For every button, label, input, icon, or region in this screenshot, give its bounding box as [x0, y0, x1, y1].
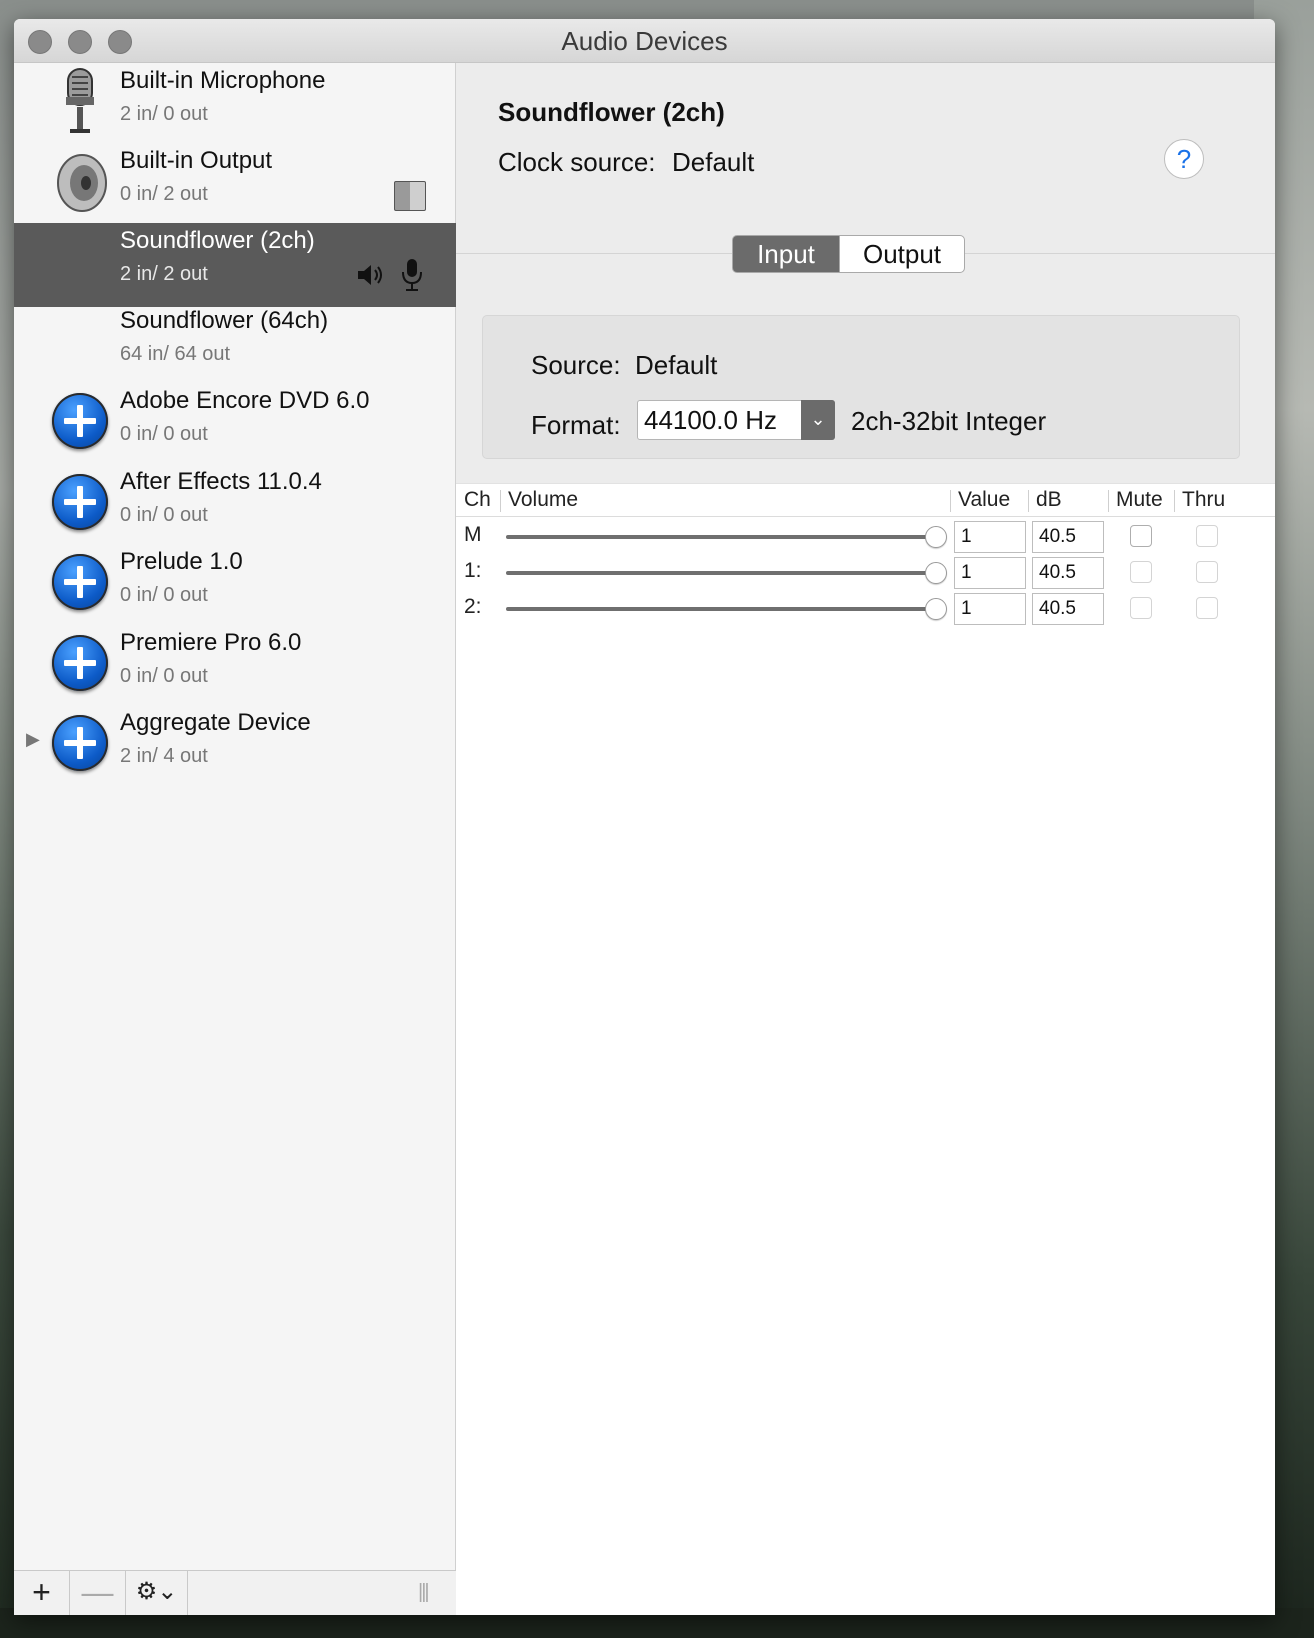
mute-checkbox[interactable] — [1130, 597, 1152, 619]
device-name: Prelude 1.0 — [120, 548, 243, 575]
col-header-ch: Ch — [464, 488, 491, 511]
volume-slider[interactable] — [506, 535, 936, 539]
device-item-soundflower-64ch[interactable]: Soundflower (64ch) 64 in/ 64 out — [14, 303, 456, 387]
db-field[interactable]: 40.5 — [1032, 593, 1104, 625]
value-field[interactable]: 1 — [954, 557, 1026, 589]
clock-source-value[interactable]: Default — [672, 147, 754, 178]
device-io: 2 in/ 4 out — [120, 745, 208, 767]
value-field[interactable]: 1 — [954, 521, 1026, 553]
col-header-db: dB — [1036, 488, 1062, 511]
default-output-speaker-icon — [358, 265, 382, 285]
plus-circle-icon — [52, 635, 108, 691]
col-header-volume: Volume — [508, 488, 579, 511]
device-io: 0 in/ 0 out — [120, 504, 208, 526]
column-divider — [1028, 490, 1029, 512]
clock-source-label: Clock source: — [498, 147, 656, 177]
device-item-soundflower-2ch[interactable]: Soundflower (2ch) 2 in/ 2 out — [14, 223, 456, 307]
thru-checkbox[interactable] — [1196, 525, 1218, 547]
gear-menu-button[interactable]: ⚙⌄ — [126, 1571, 188, 1615]
format-select-value: 44100.0 Hz — [644, 405, 777, 435]
column-divider — [1174, 490, 1175, 512]
channel-label: 2: — [464, 595, 482, 618]
device-name: Aggregate Device — [120, 709, 311, 736]
value-field[interactable]: 1 — [954, 593, 1026, 625]
thru-checkbox[interactable] — [1196, 561, 1218, 583]
remove-device-button[interactable]: — — [70, 1571, 126, 1615]
column-divider — [1108, 490, 1109, 512]
device-name: After Effects 11.0.4 — [120, 468, 322, 495]
thru-checkbox[interactable] — [1196, 597, 1218, 619]
finder-icon — [394, 181, 426, 211]
device-name: Soundflower (64ch) — [120, 307, 329, 334]
sidebar-toolbar: + — ⚙⌄ ||| — [14, 1570, 456, 1615]
volume-slider[interactable] — [506, 571, 936, 575]
channel-label: M — [464, 523, 482, 546]
column-divider — [500, 490, 501, 512]
col-header-thru: Thru — [1182, 488, 1226, 511]
format-bit-depth[interactable]: 2ch-32bit Integer — [851, 406, 1046, 437]
mute-checkbox[interactable] — [1130, 561, 1152, 583]
tab-output[interactable]: Output — [839, 235, 965, 273]
db-field[interactable]: 40.5 — [1032, 557, 1104, 589]
speaker-icon — [57, 154, 107, 212]
format-select[interactable]: 44100.0 Hz ⌄ — [637, 400, 835, 440]
volume-slider-knob[interactable] — [925, 598, 947, 620]
device-item-adobe-encore[interactable]: Adobe Encore DVD 6.0 0 in/ 0 out — [14, 383, 456, 467]
title-bar[interactable]: Audio Devices — [14, 19, 1275, 63]
device-item-built-in-microphone[interactable]: Built-in Microphone 2 in/ 0 out — [14, 63, 456, 147]
device-io: 2 in/ 0 out — [120, 103, 208, 125]
tab-input[interactable]: Input — [732, 235, 840, 273]
channel-label: 1: — [464, 559, 482, 582]
device-name: Built-in Output — [120, 147, 273, 174]
device-io: 2 in/ 2 out — [120, 263, 208, 285]
col-header-mute: Mute — [1116, 488, 1163, 511]
audio-devices-window: Audio Devices Built-in Microphone 2 in/ … — [14, 19, 1275, 1615]
volume-slider-knob[interactable] — [925, 562, 947, 584]
channel-row: 1: 1 40.5 — [456, 555, 1275, 591]
device-name: Premiere Pro 6.0 — [120, 629, 302, 656]
source-label: Source: — [531, 350, 621, 380]
column-divider — [950, 490, 951, 512]
channel-table-header: Ch Volume Value dB Mute Thru — [456, 483, 1275, 517]
plus-circle-icon — [52, 554, 108, 610]
stream-settings-box: Source: Default Format: 44100.0 Hz ⌄ 2ch… — [482, 315, 1240, 459]
default-input-microphone-icon — [402, 259, 422, 291]
device-io: 0 in/ 0 out — [120, 423, 208, 445]
chevron-down-icon: ⌄ — [801, 400, 835, 440]
device-io: 0 in/ 0 out — [120, 584, 208, 606]
device-title: Soundflower (2ch) — [498, 97, 725, 127]
mute-checkbox[interactable] — [1130, 525, 1152, 547]
device-detail-pane: Soundflower (2ch) Clock source: Default … — [456, 63, 1275, 1615]
db-field[interactable]: 40.5 — [1032, 521, 1104, 553]
volume-slider-knob[interactable] — [925, 526, 947, 548]
plus-circle-icon — [52, 393, 108, 449]
device-name: Adobe Encore DVD 6.0 — [120, 387, 370, 414]
device-io: 0 in/ 2 out — [120, 183, 208, 205]
device-item-after-effects[interactable]: After Effects 11.0.4 0 in/ 0 out — [14, 464, 456, 548]
format-label: Format: — [531, 410, 621, 440]
channel-row: 2: 1 40.5 — [456, 591, 1275, 627]
disclosure-triangle-icon[interactable]: ▶ — [26, 729, 40, 750]
resize-grip-icon[interactable]: ||| — [418, 1581, 430, 1604]
plus-circle-icon — [52, 715, 108, 771]
volume-slider[interactable] — [506, 607, 936, 611]
device-item-built-in-output[interactable]: Built-in Output 0 in/ 2 out — [14, 143, 456, 227]
add-device-button[interactable]: + — [14, 1571, 70, 1615]
device-list-sidebar: Built-in Microphone 2 in/ 0 out Built-in… — [14, 63, 456, 1615]
help-button[interactable]: ? — [1164, 139, 1204, 179]
window-title: Audio Devices — [561, 26, 728, 56]
col-header-value: Value — [958, 488, 1011, 511]
device-item-prelude[interactable]: Prelude 1.0 0 in/ 0 out — [14, 544, 456, 628]
device-item-aggregate-device[interactable]: ▶ Aggregate Device 2 in/ 4 out — [14, 705, 456, 789]
channel-row: M 1 40.5 — [456, 519, 1275, 555]
device-io: 64 in/ 64 out — [120, 343, 231, 365]
device-io: 0 in/ 0 out — [120, 665, 208, 687]
device-item-premiere-pro[interactable]: Premiere Pro 6.0 0 in/ 0 out — [14, 625, 456, 709]
device-info-panel: Soundflower (2ch) Clock source: Default … — [456, 63, 1275, 483]
plus-circle-icon — [52, 474, 108, 530]
device-name: Built-in Microphone — [120, 67, 326, 94]
device-name: Soundflower (2ch) — [120, 227, 315, 254]
microphone-icon — [66, 68, 94, 133]
source-value[interactable]: Default — [635, 350, 717, 381]
